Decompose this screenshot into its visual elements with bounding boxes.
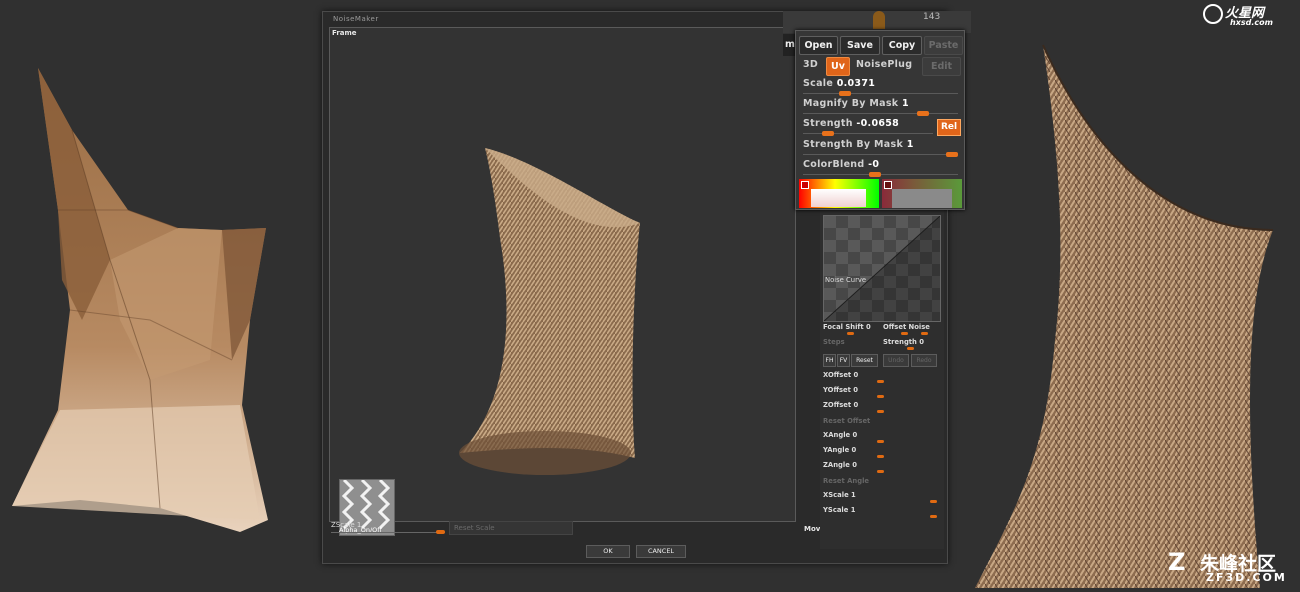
magnify-label-text: Magnify By Mask — [803, 98, 899, 109]
undo-button: Undo — [883, 354, 909, 367]
copy-button[interactable]: Copy — [882, 36, 922, 55]
colorblend-value: -0 — [868, 159, 880, 170]
noise-curve-label: Noise Curve — [825, 276, 867, 284]
reset-scale-button[interactable]: Reset Scale — [449, 521, 573, 535]
scale-slider-track[interactable] — [803, 93, 958, 94]
yangle-label[interactable]: YAngle 0 — [823, 446, 856, 454]
focal-shift-knob[interactable] — [847, 332, 854, 335]
yscale-knob[interactable] — [930, 515, 937, 518]
rel-toggle-button[interactable]: Rel — [937, 119, 961, 136]
zangle-label[interactable]: ZAngle 0 — [823, 461, 857, 469]
zscale-label: ZScale 1 — [331, 521, 362, 529]
ok-button[interactable]: OK — [586, 545, 630, 558]
xoffset-knob[interactable] — [877, 380, 884, 383]
yscale-label[interactable]: YScale 1 — [823, 506, 855, 514]
strength-mask-slider-label[interactable]: Strength By Mask 1 — [803, 139, 914, 150]
cancel-button[interactable]: CANCEL — [636, 545, 686, 558]
colorblend-slider-label[interactable]: ColorBlend -0 — [803, 159, 879, 170]
reset-curve-button[interactable]: Reset — [851, 354, 878, 367]
strength-slider-label[interactable]: Strength -0.0658 — [803, 118, 899, 129]
color-swatch-marker-2[interactable] — [884, 181, 892, 189]
yangle-knob[interactable] — [877, 455, 884, 458]
preview-mesh[interactable] — [455, 148, 655, 478]
zscale-slider-track[interactable] — [331, 532, 445, 533]
strength-mask-slider-track[interactable] — [803, 154, 958, 155]
magnify-slider-label[interactable]: Magnify By Mask 1 — [803, 98, 909, 109]
zf3d-logo-icon: Z — [1168, 548, 1186, 576]
strength-slider-knob[interactable] — [821, 131, 834, 136]
magnify-slider-knob[interactable] — [917, 111, 930, 116]
focal-shift-label[interactable]: Focal Shift 0 — [823, 323, 871, 331]
color-swatch-marker[interactable] — [801, 181, 809, 189]
strength-curve-label[interactable]: Strength 0 — [883, 338, 924, 346]
yoffset-knob[interactable] — [877, 395, 884, 398]
noiseplug-button[interactable]: NoisePlug — [856, 59, 912, 70]
xscale-knob[interactable] — [930, 500, 937, 503]
xangle-label[interactable]: XAngle 0 — [823, 431, 857, 439]
open-button[interactable]: Open — [799, 36, 838, 55]
color-picker-primary[interactable] — [799, 179, 879, 208]
xscale-label[interactable]: XScale 1 — [823, 491, 856, 499]
3d-tab[interactable]: 3D — [803, 59, 818, 70]
zf3d-url: ZF3D.COM — [1206, 571, 1287, 584]
colorblend-slider-knob[interactable] — [868, 172, 881, 177]
strength-value: -0.0658 — [856, 118, 900, 129]
preview-frame[interactable]: Frame Alpha_On/Off Move — [329, 27, 825, 536]
redo-button: Redo — [911, 354, 937, 367]
hxsd-url: hxsd.com — [1230, 18, 1273, 27]
uv-tab[interactable]: Uv — [826, 57, 850, 76]
palette-top-number: 143 — [923, 12, 941, 22]
yoffset-label[interactable]: YOffset 0 — [823, 386, 858, 394]
strength-mask-slider-knob[interactable] — [946, 152, 958, 157]
zscale-slider-knob[interactable] — [436, 530, 445, 534]
zangle-knob[interactable] — [877, 470, 884, 473]
paste-button: Paste — [924, 36, 963, 55]
scale-slider-label[interactable]: Scale 0.0371 — [803, 78, 875, 89]
reset-angle-button[interactable]: Reset Angle — [823, 477, 869, 485]
scale-slider-knob[interactable] — [838, 91, 851, 96]
palette-top-icon — [873, 11, 885, 29]
curve-line — [824, 216, 940, 321]
color-picker-field[interactable] — [811, 189, 866, 207]
offset-noise-knob-2[interactable] — [921, 332, 928, 335]
scale-value: 0.0371 — [836, 78, 876, 89]
color-picker-secondary[interactable] — [882, 179, 962, 208]
scale-label-text: Scale — [803, 78, 834, 89]
fv-button[interactable]: FV — [837, 354, 850, 367]
hxsd-logo-icon — [1203, 3, 1223, 24]
xangle-knob[interactable] — [877, 440, 884, 443]
steps-label: Steps — [823, 338, 845, 346]
strength-label-text: Strength — [803, 118, 853, 129]
strength-mask-label-text: Strength By Mask — [803, 139, 904, 150]
magnify-value: 1 — [902, 98, 909, 109]
textured-mesh-right — [975, 44, 1274, 588]
fh-button[interactable]: FH — [823, 354, 836, 367]
noise-curve-editor[interactable]: Noise Curve — [823, 215, 941, 322]
dialog-title: NoiseMaker — [333, 15, 379, 23]
strength-curve-knob[interactable] — [907, 347, 914, 350]
colorblend-label-text: ColorBlend — [803, 159, 865, 170]
frame-label: Frame — [332, 29, 357, 37]
low-poly-mesh-left — [12, 68, 268, 532]
edit-button: Edit — [922, 57, 961, 76]
offset-noise-knob[interactable] — [901, 332, 908, 335]
magnify-slider-track[interactable] — [803, 113, 958, 114]
strength-mask-value: 1 — [906, 139, 914, 150]
noise-palette: Open Save Copy Paste 3D Uv NoisePlug Edi… — [795, 30, 965, 210]
color-picker-field-2[interactable] — [892, 189, 952, 208]
noise-curve-panel: Noise Curve Focal Shift 0 Offset Noise S… — [820, 204, 944, 549]
xoffset-label[interactable]: XOffset 0 — [823, 371, 858, 379]
offset-noise-label[interactable]: Offset Noise — [883, 323, 930, 331]
save-button[interactable]: Save — [840, 36, 880, 55]
reset-offset-button[interactable]: Reset Offset — [823, 417, 870, 425]
zoffset-knob[interactable] — [877, 410, 884, 413]
zoffset-label[interactable]: ZOffset 0 — [823, 401, 858, 409]
